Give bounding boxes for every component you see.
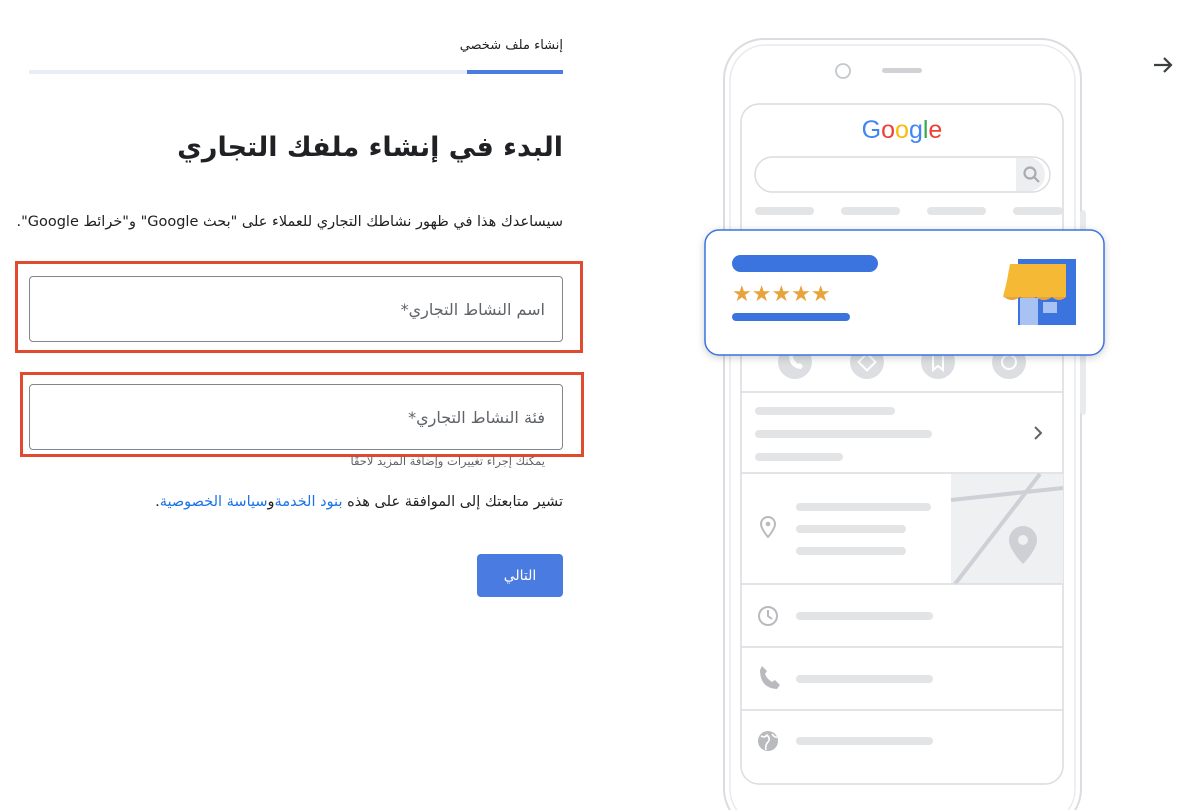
google-logo-letter: G (862, 116, 881, 144)
business-detail-bar (732, 313, 850, 321)
google-logo-letter: e (928, 116, 942, 144)
search-bar (754, 156, 1051, 193)
rating-stars: ★★★★★ (732, 282, 831, 307)
phone-illustration: Google ★★★★★ (704, 38, 1105, 810)
business-name-bar (732, 255, 878, 272)
google-logo-letter: g (909, 116, 923, 144)
arrow-right-icon[interactable] (1150, 52, 1176, 78)
phone-speaker (882, 68, 922, 73)
svg-text:Google: Google (862, 116, 943, 144)
globe-icon (758, 731, 778, 751)
google-logo-letter: o (895, 116, 909, 144)
google-logo: Google (862, 116, 943, 144)
google-logo-letter: o (881, 116, 895, 144)
